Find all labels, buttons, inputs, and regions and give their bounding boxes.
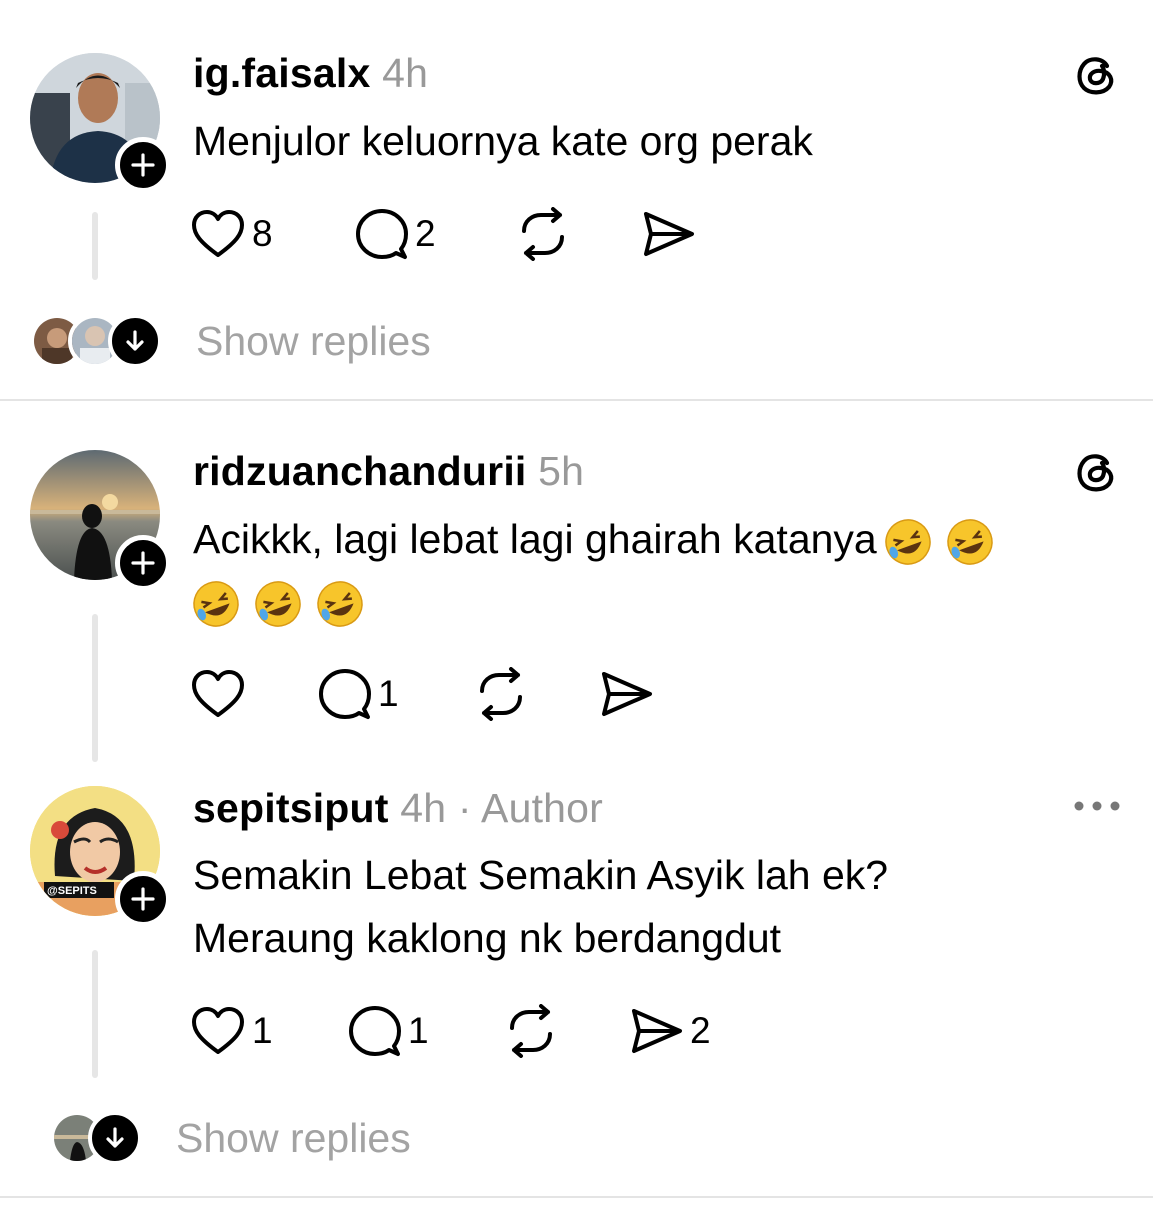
heart-icon — [192, 670, 244, 717]
thread-line — [92, 212, 98, 280]
rolling-on-floor-laughing-emoji — [884, 519, 931, 565]
repost-icon[interactable] — [516, 207, 570, 261]
share-count: 2 — [690, 1010, 711, 1051]
more-options-icon[interactable] — [1072, 796, 1122, 816]
post-text: Semakin Lebat Semakin Asyik lah ek? Mera… — [193, 844, 888, 970]
comment-count: 1 — [408, 1010, 429, 1051]
comment-count: 2 — [415, 213, 436, 254]
rolling-on-floor-laughing-emoji — [255, 581, 301, 627]
arrow-down-icon — [126, 330, 144, 351]
timestamp: 4h — [382, 50, 429, 96]
heart-icon — [192, 1007, 244, 1054]
timestamp: 5h — [538, 448, 585, 494]
comment-button[interactable]: 1 — [318, 666, 399, 722]
rolling-on-floor-laughing-emoji — [317, 581, 363, 627]
heart-icon — [192, 210, 244, 257]
repost-icon[interactable] — [504, 1004, 558, 1058]
thread-line — [92, 950, 98, 1078]
like-count: 8 — [252, 213, 273, 254]
follow-button[interactable] — [115, 137, 171, 193]
follow-button[interactable] — [115, 535, 171, 591]
comment-button[interactable]: 1 — [348, 1003, 429, 1059]
send-icon — [632, 1009, 682, 1053]
post-header: ig.faisalx 4h — [193, 50, 428, 97]
username[interactable]: ig.faisalx — [193, 50, 370, 96]
repost-icon[interactable] — [474, 667, 528, 721]
plus-icon — [131, 551, 155, 575]
author-tag: · Author — [457, 785, 604, 831]
divider — [0, 399, 1153, 401]
post-text: Acikkk, lagi lebat lagi ghairah katanya — [193, 508, 995, 571]
divider — [0, 1196, 1153, 1198]
comment-button[interactable]: 2 — [355, 206, 436, 262]
rolling-on-floor-laughing-emoji — [946, 519, 993, 565]
arrow-down-icon — [106, 1127, 124, 1148]
post-header: ridzuanchandurii 5h — [193, 448, 584, 495]
comment-bubble-icon — [319, 669, 371, 719]
follow-button[interactable] — [115, 871, 171, 927]
threads-logo-icon[interactable] — [1074, 449, 1120, 495]
like-button[interactable]: 1 — [190, 1003, 273, 1059]
post-header: sepitsiput 4h · Author — [193, 785, 603, 832]
expand-replies-button[interactable] — [108, 314, 162, 368]
avatar-watermark: @SEPITS — [47, 885, 97, 897]
comment-bubble-icon — [349, 1006, 401, 1056]
username[interactable]: ridzuanchandurii — [193, 448, 527, 494]
threads-logo-icon[interactable] — [1074, 52, 1120, 98]
plus-icon — [131, 887, 155, 911]
thread-line — [92, 614, 98, 762]
comment-bubble-icon — [356, 209, 408, 259]
expand-replies-button[interactable] — [88, 1111, 142, 1165]
post-text-line: Semakin Lebat Semakin Asyik lah ek? — [193, 852, 889, 898]
post-text-emoji-row — [191, 570, 365, 633]
post-text-line: Acikkk, lagi lebat lagi ghairah katanya — [193, 516, 877, 562]
comment-count: 1 — [378, 673, 399, 714]
post-text: Menjulor keluornya kate org perak — [193, 118, 813, 164]
post-text-line: Meraung kaklong nk berdangdut — [193, 915, 782, 961]
timestamp: 4h — [400, 785, 447, 831]
rolling-on-floor-laughing-emoji — [193, 581, 239, 627]
show-replies-link[interactable]: Show replies — [176, 1115, 411, 1162]
like-button[interactable]: 8 — [190, 206, 273, 262]
like-button[interactable] — [190, 666, 252, 722]
username[interactable]: sepitsiput — [193, 785, 389, 831]
send-icon[interactable] — [600, 670, 654, 718]
like-count: 1 — [252, 1010, 273, 1051]
show-replies-link[interactable]: Show replies — [196, 318, 431, 365]
send-icon[interactable] — [642, 210, 696, 258]
plus-icon — [131, 153, 155, 177]
share-button[interactable]: 2 — [630, 1003, 711, 1059]
